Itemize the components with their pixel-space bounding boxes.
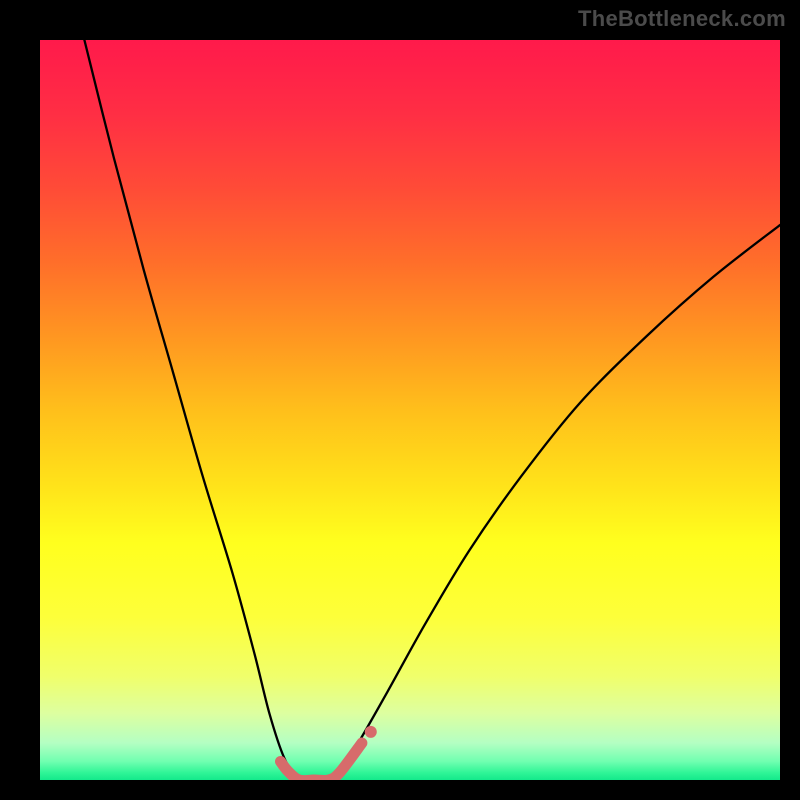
plot-area (40, 40, 780, 780)
attribution-text: TheBottleneck.com (578, 6, 786, 32)
chart-frame: TheBottleneck.com (0, 0, 800, 800)
valley-highlight-dot (365, 726, 377, 738)
plot-svg (40, 40, 780, 780)
gradient-rect (40, 40, 780, 780)
